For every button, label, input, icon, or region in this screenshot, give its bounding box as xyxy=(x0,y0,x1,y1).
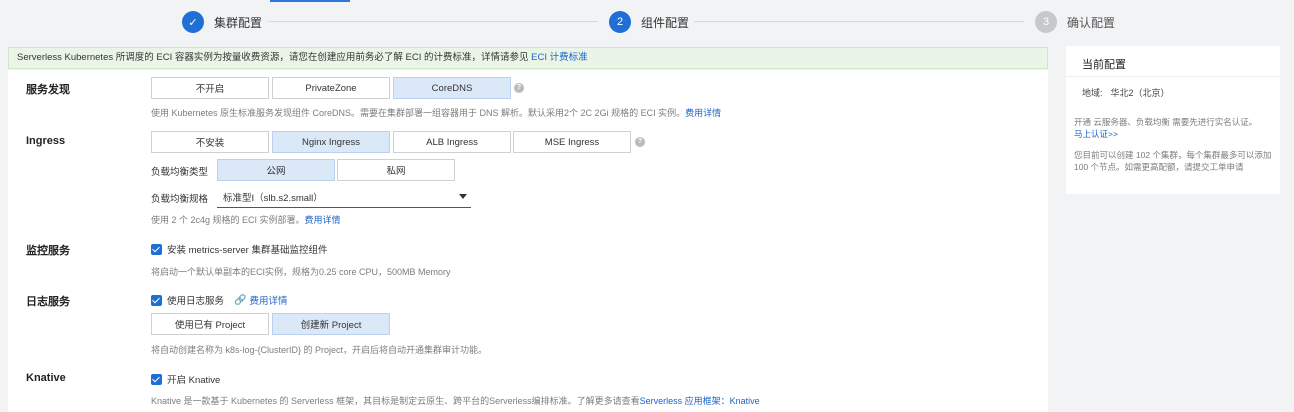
check-icon: ✓ xyxy=(182,11,204,33)
verify-text: 开通 云服务器、负载均衡 需要先进行实名认证。 xyxy=(1074,117,1258,127)
step-cluster-config[interactable]: ✓ 集群配置 xyxy=(182,11,262,33)
checkbox-label: 使用日志服务 xyxy=(167,296,225,307)
cost-details-link[interactable]: 费用详情 xyxy=(305,215,341,225)
ingress-desc: 使用 2 个 2c4g 规格的 ECI 实例部署。费用详情 xyxy=(151,213,341,226)
logging-desc: 将自动创建名称为 k8s-log-{ClusterID} 的 Project，开… xyxy=(151,345,488,355)
notice-text: Serverless Kubernetes 所调度的 ECI 容器实例为按量收费… xyxy=(17,52,532,63)
help-icon[interactable]: ? xyxy=(635,137,645,147)
eci-billing-notice: Serverless Kubernetes 所调度的 ECI 容器实例为按量收费… xyxy=(8,47,1048,69)
desc-text: 使用 Kubernetes 原生标准服务发现组件 CoreDNS。需要在集群部署… xyxy=(151,108,686,118)
cost-details-link[interactable]: 费用详情 xyxy=(685,108,721,118)
lb-type-option-private[interactable]: 私网 xyxy=(337,159,455,181)
step-component-config[interactable]: 2 组件配置 xyxy=(609,11,689,33)
service-discovery-option-coredns[interactable]: CoreDNS xyxy=(393,77,511,99)
divider xyxy=(1066,76,1280,77)
lb-spec-select[interactable]: 标准型I（slb.s2.small） xyxy=(217,186,471,208)
help-icon[interactable]: ? xyxy=(514,83,524,93)
project-option-new[interactable]: 创建新 Project xyxy=(272,313,390,335)
logging-label: 日志服务 xyxy=(26,296,70,308)
lb-spec-value: 标准型I（slb.s2.small） xyxy=(223,192,323,204)
link-icon: 🔗 xyxy=(234,294,247,306)
step-label: 确认配置 xyxy=(1067,15,1116,30)
ingress-option-nginx[interactable]: Nginx Ingress xyxy=(272,131,390,153)
log-cost-details-link[interactable]: 🔗 费用详情 xyxy=(234,293,288,308)
step-number: 2 xyxy=(609,11,631,33)
knative-desc: Knative 是一款基于 Kubernetes 的 Serverless 框架… xyxy=(151,394,760,407)
side-title: 当前配置 xyxy=(1082,59,1126,71)
step-label: 组件配置 xyxy=(641,15,690,30)
checkbox-checked-icon[interactable] xyxy=(151,373,162,385)
ingress-option-alb[interactable]: ALB Ingress xyxy=(393,131,511,153)
step-label: 集群配置 xyxy=(214,15,263,30)
checkbox-label: 安装 metrics-server 集群基础监控组件 xyxy=(167,245,328,256)
step-number: 3 xyxy=(1035,11,1057,33)
stepper: ✓ 集群配置 2 组件配置 3 确认配置 xyxy=(0,0,1294,44)
service-discovery-option-privatezone[interactable]: PrivateZone xyxy=(272,77,390,99)
service-discovery-option-none[interactable]: 不开启 xyxy=(151,77,269,99)
region-info: 地域: 华北2（北京） xyxy=(1082,86,1170,99)
chevron-down-icon xyxy=(459,194,467,199)
desc-text: Knative 是一款基于 Kubernetes 的 Serverless 框架… xyxy=(151,396,640,406)
service-discovery-label: 服务发现 xyxy=(26,84,70,96)
ingress-label: Ingress xyxy=(26,135,66,147)
checkbox-label: 开启 Knative xyxy=(167,375,221,386)
desc-text: 使用 2 个 2c4g 规格的 ECI 实例部署。 xyxy=(151,215,305,225)
checkbox-checked-icon[interactable] xyxy=(151,243,162,255)
log-service-checkbox[interactable]: 使用日志服务 🔗 费用详情 xyxy=(151,293,287,307)
metrics-server-checkbox[interactable]: 安装 metrics-server 集群基础监控组件 xyxy=(151,242,327,256)
link-label: 费用详情 xyxy=(249,296,288,307)
step-divider xyxy=(694,21,1024,22)
step-indicator-bar xyxy=(270,0,350,2)
knative-label: Knative xyxy=(26,372,66,384)
step-divider xyxy=(268,21,598,22)
monitoring-desc: 将启动一个默认单副本的ECI实例，规格为0.25 core CPU，500MB … xyxy=(151,267,451,277)
verify-now-link[interactable]: 马上认证>> xyxy=(1074,129,1118,139)
ingress-option-mse[interactable]: MSE Ingress xyxy=(513,131,631,153)
eci-billing-link[interactable]: ECI 计费标准 xyxy=(531,52,587,63)
lb-type-option-public[interactable]: 公网 xyxy=(217,159,335,181)
checkbox-checked-icon[interactable] xyxy=(151,294,162,306)
step-confirm-config[interactable]: 3 确认配置 xyxy=(1035,11,1115,33)
component-config-panel: 服务发现 不开启 PrivateZone CoreDNS ? 使用 Kubern… xyxy=(8,70,1048,412)
monitoring-label: 监控服务 xyxy=(26,245,70,257)
lb-type-label: 负载均衡类型 xyxy=(151,167,209,178)
lb-spec-label: 负载均衡规格 xyxy=(151,194,209,205)
knative-framework-link[interactable]: Serverless 应用框架：Knative xyxy=(640,396,760,406)
quota-notice: 您目前可以创建 102 个集群，每个集群最多可以添加 100 个节点。如需更高配… xyxy=(1074,150,1272,172)
project-option-existing[interactable]: 使用已有 Project xyxy=(151,313,269,335)
ingress-option-none[interactable]: 不安装 xyxy=(151,131,269,153)
region-value: 华北2（北京） xyxy=(1110,88,1170,98)
region-label: 地域: xyxy=(1082,88,1103,98)
current-config-panel: 当前配置 地域: 华北2（北京） 开通 云服务器、负载均衡 需要先进行实名认证。 … xyxy=(1066,46,1280,194)
service-discovery-desc: 使用 Kubernetes 原生标准服务发现组件 CoreDNS。需要在集群部署… xyxy=(151,106,721,119)
knative-checkbox[interactable]: 开启 Knative xyxy=(151,372,220,386)
verify-notice: 开通 云服务器、负载均衡 需要先进行实名认证。 马上认证>> xyxy=(1074,116,1274,140)
